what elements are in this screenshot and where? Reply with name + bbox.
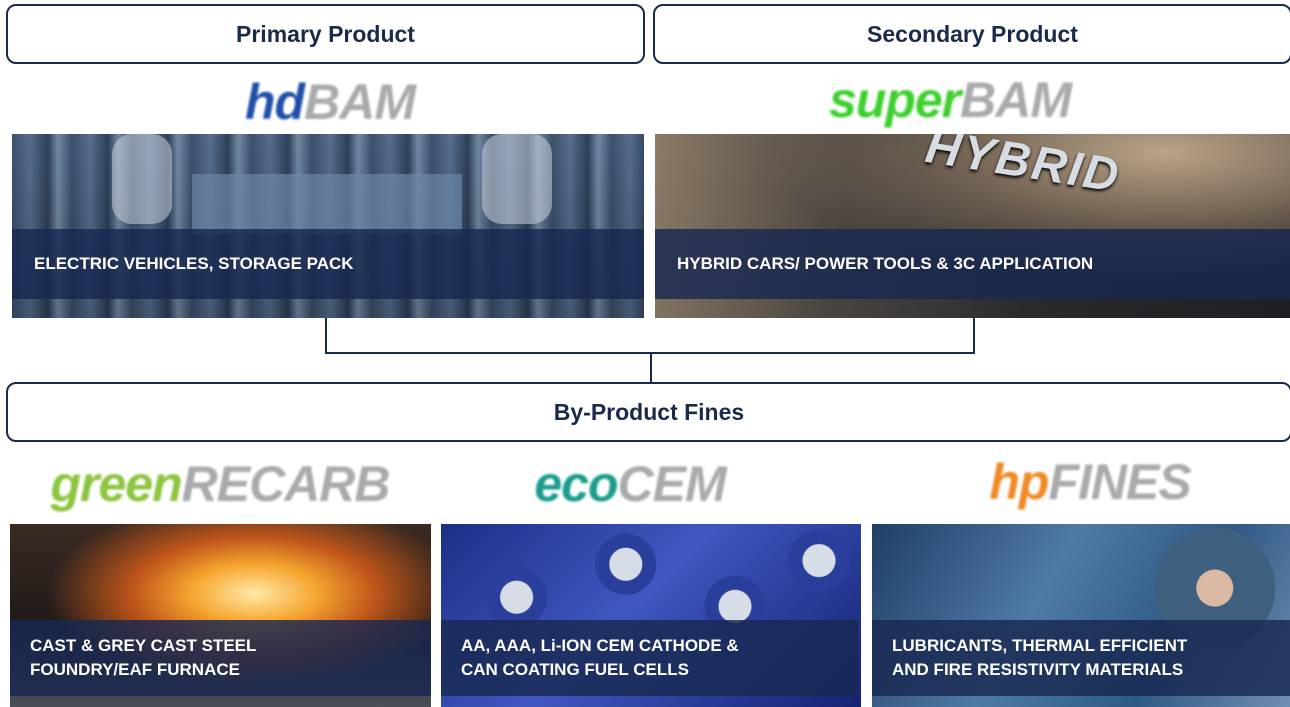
battery-caption-band: AA, AAA, Li-ION CEM CATHODE & CAN COATIN…: [441, 620, 858, 696]
cast-steel-tile: CAST & GREY CAST STEEL FOUNDRY/EAF FURNA…: [10, 524, 431, 707]
ev-caption-band: ELECTRIC VEHICLES, STORAGE PACK: [12, 229, 644, 299]
secondary-product-label: Secondary Product: [867, 20, 1078, 47]
byproduct-header: By-Product Fines: [6, 382, 1290, 442]
ecocem-logo-suffix: CEM: [617, 456, 727, 512]
secondary-product-header: Secondary Product: [653, 4, 1290, 64]
battery-caption: AA, AAA, Li-ION CEM CATHODE & CAN COATIN…: [461, 636, 739, 679]
hdbam-logo-suffix: BAM: [304, 74, 416, 130]
robot-arm-left: [112, 134, 172, 224]
hybrid-caption: HYBRID CARS/ POWER TOOLS & 3C APPLICATIO…: [677, 254, 1094, 273]
assembly-tray: [192, 174, 462, 234]
cast-steel-caption: CAST & GREY CAST STEEL FOUNDRY/EAF FURNA…: [30, 636, 257, 679]
connector-right-vertical: [973, 318, 975, 354]
connector-center-vertical: [650, 352, 652, 383]
hdbam-logo-prefix: hd: [245, 74, 305, 130]
ecocem-logo-prefix: eco: [534, 456, 618, 512]
lubricants-caption-band: LUBRICANTS, THERMAL EFFICIENT AND FIRE R…: [872, 620, 1290, 696]
greenrecarb-logo: green RECARB: [30, 452, 410, 516]
lubricants-tile: LUBRICANTS, THERMAL EFFICIENT AND FIRE R…: [872, 524, 1290, 707]
superbam-logo-suffix: BAM: [960, 72, 1072, 128]
greenrecarb-logo-prefix: green: [50, 456, 182, 512]
cast-steel-caption-band: CAST & GREY CAST STEEL FOUNDRY/EAF FURNA…: [10, 620, 431, 696]
primary-product-header: Primary Product: [6, 4, 645, 64]
hdbam-logo: hd BAM: [180, 72, 480, 132]
ecocem-logo: eco CEM: [500, 452, 760, 516]
ev-tile: ELECTRIC VEHICLES, STORAGE PACK: [12, 134, 644, 318]
superbam-logo: super BAM: [790, 68, 1110, 132]
battery-tile: AA, AAA, Li-ION CEM CATHODE & CAN COATIN…: [441, 524, 861, 707]
primary-product-label: Primary Product: [236, 20, 415, 47]
hpfines-logo-prefix: hp: [989, 454, 1049, 510]
hybrid-caption-band: HYBRID CARS/ POWER TOOLS & 3C APPLICATIO…: [655, 229, 1290, 299]
hpfines-logo: hp FINES: [960, 450, 1220, 514]
connector-left-vertical: [325, 318, 327, 354]
superbam-logo-prefix: super: [828, 72, 961, 128]
byproduct-label: By-Product Fines: [553, 398, 745, 425]
lubricants-caption: LUBRICANTS, THERMAL EFFICIENT AND FIRE R…: [892, 636, 1188, 679]
ev-caption: ELECTRIC VEHICLES, STORAGE PACK: [34, 254, 354, 273]
greenrecarb-logo-suffix: RECARB: [181, 456, 391, 512]
hybrid-tile: HYBRID HYBRID CARS/ POWER TOOLS & 3C APP…: [655, 134, 1290, 318]
hpfines-logo-suffix: FINES: [1048, 454, 1191, 510]
robot-arm-right: [482, 134, 552, 224]
